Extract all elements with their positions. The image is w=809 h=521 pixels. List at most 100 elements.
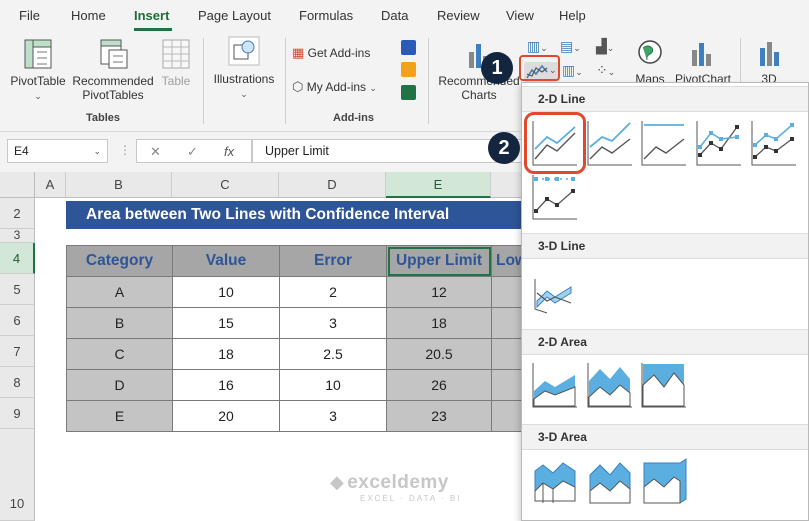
header-upper-limit[interactable]: Upper Limit <box>386 245 492 277</box>
chart-option-3d-line[interactable] <box>531 267 579 315</box>
tab-data[interactable]: Data <box>381 8 408 23</box>
row-header-9[interactable]: 9 <box>0 398 35 429</box>
column-header-a[interactable]: A <box>35 172 66 198</box>
table-row: D 16 10 26 <box>66 369 528 401</box>
chart-option-3d-100-stacked-area[interactable] <box>640 457 688 505</box>
chart-option-100-stacked-line[interactable] <box>640 119 688 167</box>
percent-stacked-line-markers-chart-icon <box>532 175 577 220</box>
header-error[interactable]: Error <box>279 245 387 277</box>
recommended-pivottables-label-1: Recommended <box>72 74 154 88</box>
tab-help[interactable]: Help <box>559 8 586 23</box>
cell-value[interactable]: 18 <box>172 338 280 370</box>
cell-error[interactable]: 3 <box>279 307 387 339</box>
cell-error[interactable]: 2.5 <box>279 338 387 370</box>
cell-upper-limit[interactable]: 23 <box>386 400 492 432</box>
3d-map-icon <box>760 42 779 66</box>
cell-category[interactable]: A <box>66 276 173 308</box>
cell-category[interactable]: C <box>66 338 173 370</box>
tab-page-layout[interactable]: Page Layout <box>198 8 271 23</box>
waterfall-chart-icon[interactable]: ▟⌄ <box>596 38 614 55</box>
chart-option-3d-area[interactable] <box>531 457 579 505</box>
stacked-line-markers-chart-icon <box>751 121 796 166</box>
get-addins-button[interactable]: ▦ Get Add-ins <box>292 46 371 61</box>
cell-error[interactable]: 2 <box>279 276 387 308</box>
globe-icon <box>638 40 662 64</box>
table-button[interactable]: Table <box>156 38 196 88</box>
maps-button[interactable]: Maps <box>630 38 670 86</box>
cancel-icon[interactable]: ✕ <box>150 144 161 160</box>
section-3d-line: 3-D Line <box>522 233 808 259</box>
table-icon <box>162 39 190 69</box>
cell-category[interactable]: E <box>66 400 173 432</box>
scatter-chart-icon[interactable]: ⁘⌄ <box>596 62 615 79</box>
vertical-dots-icon: ⋮ <box>119 143 131 157</box>
line-chart-button-highlight <box>519 55 560 81</box>
visio-icon[interactable] <box>401 40 416 55</box>
column-header-c[interactable]: C <box>172 172 279 198</box>
chart-option-line-markers[interactable] <box>695 119 743 167</box>
tab-file[interactable]: File <box>19 8 40 23</box>
my-addins-label: My Add-ins <box>306 80 367 94</box>
chart-option-stacked-line-markers[interactable] <box>750 119 798 167</box>
confirm-icon[interactable]: ✓ <box>187 144 198 160</box>
chart-option-area[interactable] <box>531 361 579 409</box>
row-header-4[interactable]: 4 <box>0 243 35 274</box>
cell-category[interactable]: D <box>66 369 173 401</box>
row-header-5[interactable]: 5 <box>0 274 35 305</box>
tab-home[interactable]: Home <box>71 8 106 23</box>
chart-option-3d-stacked-area[interactable] <box>586 457 634 505</box>
column-header-b[interactable]: B <box>66 172 172 198</box>
tab-insert[interactable]: Insert <box>134 8 169 23</box>
illustrations-button[interactable]: Illustrations ⌄ <box>208 36 280 101</box>
chart-option-line[interactable] <box>524 112 586 174</box>
chart-option-100-stacked-line-markers[interactable] <box>531 173 579 221</box>
chart-option-stacked-area[interactable] <box>586 361 634 409</box>
table-row: A 10 2 12 <box>66 276 528 308</box>
cell-value[interactable]: 20 <box>172 400 280 432</box>
tab-view[interactable]: View <box>506 8 534 23</box>
3d-map-button[interactable]: 3D <box>748 38 790 86</box>
chart-option-stacked-line[interactable] <box>586 119 634 167</box>
cell-value[interactable]: 16 <box>172 369 280 401</box>
column-header-d[interactable]: D <box>279 172 386 198</box>
tab-formulas[interactable]: Formulas <box>299 8 353 23</box>
sheet-title[interactable]: Area between Two Lines with Confidence I… <box>66 201 524 229</box>
step-1-badge: 1 <box>481 52 513 84</box>
insert-function-icon[interactable]: fx <box>224 144 234 159</box>
select-all-corner[interactable] <box>0 172 35 198</box>
hierarchy-chart-icon[interactable]: ▤⌄ <box>560 38 581 55</box>
cell-upper-limit[interactable]: 20.5 <box>386 338 492 370</box>
column-header-e[interactable]: E <box>386 172 491 198</box>
formula-input[interactable]: Upper Limit <box>252 139 527 163</box>
recommended-pivottables-button[interactable]: Recommended PivotTables <box>70 38 156 102</box>
cell-value[interactable]: 10 <box>172 276 280 308</box>
row-header-6[interactable]: 6 <box>0 305 35 336</box>
cell-error[interactable]: 10 <box>279 369 387 401</box>
row-header-7[interactable]: 7 <box>0 336 35 367</box>
row-header-8[interactable]: 8 <box>0 367 35 398</box>
header-value[interactable]: Value <box>172 245 280 277</box>
cell-upper-limit[interactable]: 18 <box>386 307 492 339</box>
my-addins-button[interactable]: ⬡ My Add-ins ⌄ <box>292 80 377 95</box>
cell-upper-limit[interactable]: 26 <box>386 369 492 401</box>
row-header-2[interactable]: 2 <box>0 198 35 229</box>
row-header-3[interactable]: 3 <box>0 229 35 243</box>
cell-value[interactable]: 15 <box>172 307 280 339</box>
cell-category[interactable]: B <box>66 307 173 339</box>
header-category[interactable]: Category <box>66 245 173 277</box>
tables-group-label: Tables <box>86 112 121 124</box>
cell-error[interactable]: 3 <box>279 400 387 432</box>
cell-upper-limit[interactable]: 12 <box>386 276 492 308</box>
get-addins-label: Get Add-ins <box>307 46 371 60</box>
pivotchart-button[interactable]: PivotChart <box>672 38 734 86</box>
chart-option-100-stacked-area[interactable] <box>640 361 688 409</box>
column-header-f[interactable] <box>491 172 522 198</box>
name-box[interactable]: E4 ⌄ <box>7 139 108 163</box>
bing-icon[interactable] <box>401 62 416 77</box>
column-chart-icon[interactable]: ▥⌄ <box>527 38 548 55</box>
people-graph-icon[interactable] <box>401 85 416 100</box>
row-header-10[interactable]: 10 <box>0 429 35 521</box>
tab-review[interactable]: Review <box>437 8 480 23</box>
statistic-chart-icon[interactable]: ▥⌄ <box>562 62 583 79</box>
pivottable-button[interactable]: PivotTable ⌄ <box>8 38 68 103</box>
